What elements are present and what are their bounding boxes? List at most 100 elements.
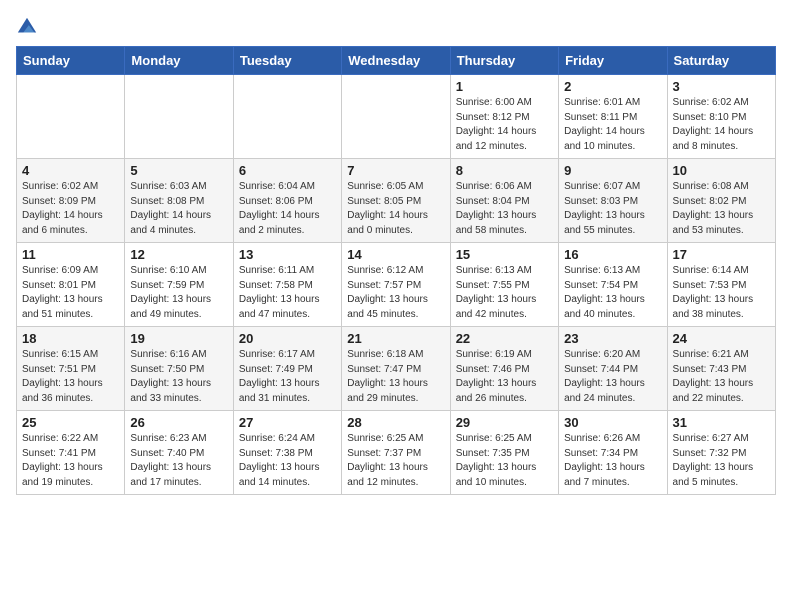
day-info: Sunrise: 6:09 AM Sunset: 8:01 PM Dayligh…: [22, 264, 119, 322]
calendar-cell: 18 Sunrise: 6:15 AM Sunset: 7:51 PM Dayli…: [17, 327, 125, 411]
day-number: 31: [673, 415, 770, 430]
day-number: 10: [673, 163, 770, 178]
day-number: 20: [239, 331, 336, 346]
calendar-cell: [233, 75, 341, 159]
day-number: 3: [673, 79, 770, 94]
week-row-1: 1 Sunrise: 6:00 AM Sunset: 8:12 PM Daylig…: [17, 75, 776, 159]
day-info: Sunrise: 6:17 AM Sunset: 7:49 PM Dayligh…: [239, 348, 336, 406]
calendar-cell: 15Sunrise: 6:13 AM Sunset: 7:55 PM Dayli…: [450, 243, 558, 327]
calendar-cell: 7 Sunrise: 6:05 AM Sunset: 8:05 PM Daylig…: [342, 159, 450, 243]
calendar-cell: 13 Sunrise: 6:11 AM Sunset: 7:58 PM Dayli…: [233, 243, 341, 327]
calendar-cell: 20 Sunrise: 6:17 AM Sunset: 7:49 PM Dayli…: [233, 327, 341, 411]
day-info: Sunrise: 6:24 AM Sunset: 7:38 PM Dayligh…: [239, 432, 336, 490]
day-number: 2: [564, 79, 661, 94]
day-info: Sunrise: 6:14 AM Sunset: 7:53 PM Dayligh…: [673, 264, 770, 322]
logo: [16, 16, 42, 38]
day-number: 27: [239, 415, 336, 430]
calendar-cell: 1 Sunrise: 6:00 AM Sunset: 8:12 PM Daylig…: [450, 75, 558, 159]
weekday-tuesday: Tuesday: [233, 47, 341, 75]
day-number: 24: [673, 331, 770, 346]
calendar-cell: 31 Sunrise: 6:27 AM Sunset: 7:32 PM Dayli…: [667, 411, 775, 495]
calendar-cell: 12Sunrise: 6:10 AM Sunset: 7:59 PM Dayli…: [125, 243, 233, 327]
calendar-cell: [342, 75, 450, 159]
calendar-cell: 30 Sunrise: 6:26 AM Sunset: 7:34 PM Dayli…: [559, 411, 667, 495]
day-info: Sunrise: 6:26 AM Sunset: 7:34 PM Dayligh…: [564, 432, 661, 490]
day-info: Sunrise: 6:27 AM Sunset: 7:32 PM Dayligh…: [673, 432, 770, 490]
day-number: 29: [456, 415, 553, 430]
weekday-saturday: Saturday: [667, 47, 775, 75]
calendar-cell: 16 Sunrise: 6:13 AM Sunset: 7:54 PM Dayli…: [559, 243, 667, 327]
day-info: Sunrise: 6:10 AM Sunset: 7:59 PM Dayligh…: [130, 264, 227, 322]
calendar-cell: [17, 75, 125, 159]
day-number: 9: [564, 163, 661, 178]
weekday-header-row: SundayMondayTuesdayWednesdayThursdayFrid…: [17, 47, 776, 75]
calendar-cell: 27 Sunrise: 6:24 AM Sunset: 7:38 PM Dayli…: [233, 411, 341, 495]
day-number: 18: [22, 331, 119, 346]
calendar-cell: 6Sunrise: 6:04 AM Sunset: 8:06 PM Daylig…: [233, 159, 341, 243]
day-info: Sunrise: 6:21 AM Sunset: 7:43 PM Dayligh…: [673, 348, 770, 406]
day-number: 6: [239, 163, 336, 178]
day-info: Sunrise: 6:19 AM Sunset: 7:46 PM Dayligh…: [456, 348, 553, 406]
calendar-cell: 10 Sunrise: 6:08 AM Sunset: 8:02 PM Dayli…: [667, 159, 775, 243]
day-info: Sunrise: 6:11 AM Sunset: 7:58 PM Dayligh…: [239, 264, 336, 322]
day-info: Sunrise: 6:25 AM Sunset: 7:37 PM Dayligh…: [347, 432, 444, 490]
day-info: Sunrise: 6:00 AM Sunset: 8:12 PM Dayligh…: [456, 96, 553, 154]
calendar-cell: [125, 75, 233, 159]
calendar-cell: 3 Sunrise: 6:02 AM Sunset: 8:10 PM Daylig…: [667, 75, 775, 159]
calendar-cell: 29Sunrise: 6:25 AM Sunset: 7:35 PM Dayli…: [450, 411, 558, 495]
calendar-cell: 11 Sunrise: 6:09 AM Sunset: 8:01 PM Dayli…: [17, 243, 125, 327]
calendar-cell: 14Sunrise: 6:12 AM Sunset: 7:57 PM Dayli…: [342, 243, 450, 327]
day-info: Sunrise: 6:20 AM Sunset: 7:44 PM Dayligh…: [564, 348, 661, 406]
day-number: 13: [239, 247, 336, 262]
day-info: Sunrise: 6:22 AM Sunset: 7:41 PM Dayligh…: [22, 432, 119, 490]
day-number: 11: [22, 247, 119, 262]
calendar-cell: 17 Sunrise: 6:14 AM Sunset: 7:53 PM Dayli…: [667, 243, 775, 327]
day-info: Sunrise: 6:08 AM Sunset: 8:02 PM Dayligh…: [673, 180, 770, 238]
day-number: 8: [456, 163, 553, 178]
calendar-table: SundayMondayTuesdayWednesdayThursdayFrid…: [16, 46, 776, 495]
calendar-cell: 8 Sunrise: 6:06 AM Sunset: 8:04 PM Daylig…: [450, 159, 558, 243]
day-number: 25: [22, 415, 119, 430]
day-number: 17: [673, 247, 770, 262]
week-row-2: 4 Sunrise: 6:02 AM Sunset: 8:09 PM Daylig…: [17, 159, 776, 243]
day-info: Sunrise: 6:13 AM Sunset: 7:55 PM Dayligh…: [456, 264, 553, 322]
calendar-cell: 24 Sunrise: 6:21 AM Sunset: 7:43 PM Dayli…: [667, 327, 775, 411]
weekday-wednesday: Wednesday: [342, 47, 450, 75]
day-info: Sunrise: 6:06 AM Sunset: 8:04 PM Dayligh…: [456, 180, 553, 238]
week-row-4: 18 Sunrise: 6:15 AM Sunset: 7:51 PM Dayli…: [17, 327, 776, 411]
day-number: 1: [456, 79, 553, 94]
day-info: Sunrise: 6:02 AM Sunset: 8:10 PM Dayligh…: [673, 96, 770, 154]
weekday-sunday: Sunday: [17, 47, 125, 75]
calendar-cell: 23Sunrise: 6:20 AM Sunset: 7:44 PM Dayli…: [559, 327, 667, 411]
day-number: 30: [564, 415, 661, 430]
week-row-3: 11 Sunrise: 6:09 AM Sunset: 8:01 PM Dayli…: [17, 243, 776, 327]
day-info: Sunrise: 6:07 AM Sunset: 8:03 PM Dayligh…: [564, 180, 661, 238]
day-info: Sunrise: 6:23 AM Sunset: 7:40 PM Dayligh…: [130, 432, 227, 490]
weekday-friday: Friday: [559, 47, 667, 75]
day-info: Sunrise: 6:03 AM Sunset: 8:08 PM Dayligh…: [130, 180, 227, 238]
calendar-cell: 22Sunrise: 6:19 AM Sunset: 7:46 PM Dayli…: [450, 327, 558, 411]
day-info: Sunrise: 6:02 AM Sunset: 8:09 PM Dayligh…: [22, 180, 119, 238]
day-info: Sunrise: 6:01 AM Sunset: 8:11 PM Dayligh…: [564, 96, 661, 154]
day-number: 19: [130, 331, 227, 346]
calendar-cell: 5 Sunrise: 6:03 AM Sunset: 8:08 PM Daylig…: [125, 159, 233, 243]
calendar-cell: 26 Sunrise: 6:23 AM Sunset: 7:40 PM Dayli…: [125, 411, 233, 495]
day-info: Sunrise: 6:16 AM Sunset: 7:50 PM Dayligh…: [130, 348, 227, 406]
weekday-thursday: Thursday: [450, 47, 558, 75]
week-row-5: 25 Sunrise: 6:22 AM Sunset: 7:41 PM Dayli…: [17, 411, 776, 495]
day-number: 4: [22, 163, 119, 178]
calendar-cell: 9 Sunrise: 6:07 AM Sunset: 8:03 PM Daylig…: [559, 159, 667, 243]
calendar-body: 1 Sunrise: 6:00 AM Sunset: 8:12 PM Daylig…: [17, 75, 776, 495]
day-info: Sunrise: 6:13 AM Sunset: 7:54 PM Dayligh…: [564, 264, 661, 322]
logo-icon: [16, 16, 38, 38]
calendar-cell: 28Sunrise: 6:25 AM Sunset: 7:37 PM Dayli…: [342, 411, 450, 495]
calendar-cell: 19 Sunrise: 6:16 AM Sunset: 7:50 PM Dayli…: [125, 327, 233, 411]
day-number: 16: [564, 247, 661, 262]
day-number: 26: [130, 415, 227, 430]
day-info: Sunrise: 6:15 AM Sunset: 7:51 PM Dayligh…: [22, 348, 119, 406]
day-number: 14: [347, 247, 444, 262]
day-info: Sunrise: 6:05 AM Sunset: 8:05 PM Dayligh…: [347, 180, 444, 238]
day-number: 21: [347, 331, 444, 346]
day-number: 7: [347, 163, 444, 178]
day-number: 5: [130, 163, 227, 178]
